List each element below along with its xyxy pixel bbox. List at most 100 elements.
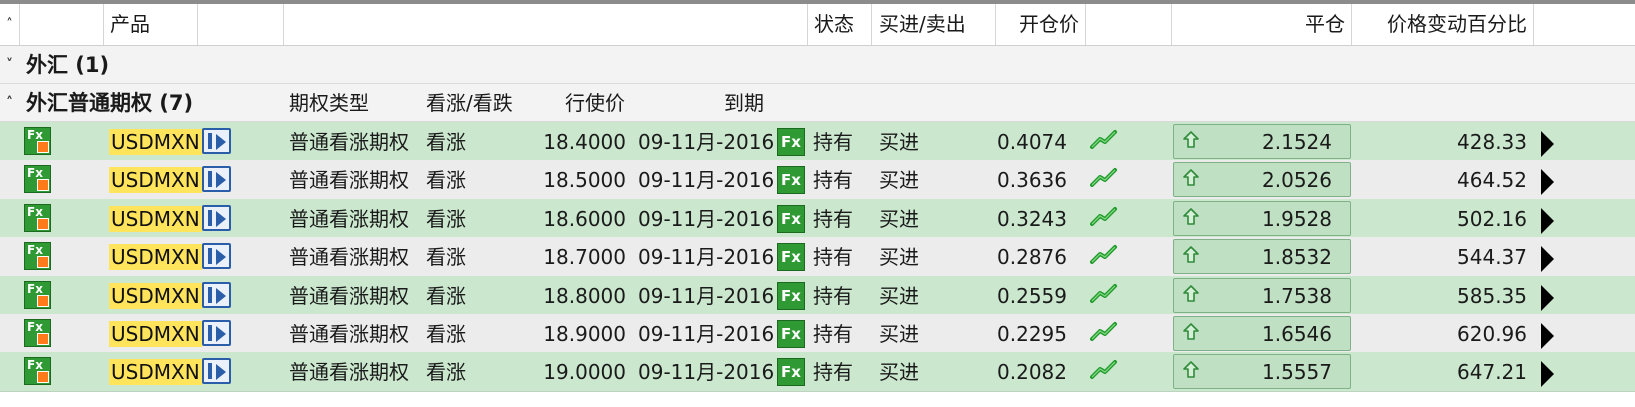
price-change-percent: 620.96 <box>1457 322 1527 346</box>
header-icon-col[interactable] <box>20 4 104 45</box>
close-price-button[interactable]: 1.7538 <box>1173 278 1351 313</box>
close-price-button[interactable]: 1.9528 <box>1173 201 1351 236</box>
table-row[interactable]: Fx USDMXN 普通看涨期权 看涨 18.8000 09-11月-2016 Fx 持有 买进… <box>0 276 1635 316</box>
buy-sell: 买进 <box>879 130 919 154</box>
price-change-percent: 585.35 <box>1457 284 1527 308</box>
status: 持有 <box>813 168 853 192</box>
open-price: 0.4074 <box>997 130 1067 154</box>
fx-option-icon[interactable]: Fx <box>24 357 51 385</box>
expand-triangle-icon[interactable] <box>1541 323 1554 349</box>
header-trend-col[interactable] <box>1086 4 1172 45</box>
subheader-option-type: 期权类型 <box>289 91 369 115</box>
up-arrow-icon <box>1183 285 1199 302</box>
open-price: 0.2559 <box>997 284 1067 308</box>
price-change-percent: 428.33 <box>1457 130 1527 154</box>
symbol-label[interactable]: USDMXN <box>109 206 202 232</box>
info-play-icon[interactable] <box>202 128 231 154</box>
strike-price: 18.9000 <box>543 322 626 346</box>
info-play-icon[interactable] <box>202 166 231 192</box>
chevron-down-icon[interactable]: ˅ <box>6 46 13 84</box>
trend-up-icon <box>1090 360 1117 379</box>
table-row[interactable]: Fx USDMXN 普通看涨期权 看涨 18.9000 09-11月-2016 Fx 持有 买进… <box>0 314 1635 354</box>
info-play-icon[interactable] <box>202 320 231 346</box>
option-type: 普通看涨期权 <box>289 322 409 346</box>
fx-icon[interactable]: Fx <box>777 128 805 156</box>
symbol-label[interactable]: USDMXN <box>109 244 202 270</box>
group-fx-vanilla-options[interactable]: ˄ 外汇普通期权 (7) 期权类型 看涨/看跌 行使价 到期 <box>0 84 1635 122</box>
price-change-percent: 502.16 <box>1457 207 1527 231</box>
call-put: 看涨 <box>426 360 466 384</box>
fx-icon[interactable]: Fx <box>777 320 805 348</box>
open-price: 0.3636 <box>997 168 1067 192</box>
expand-triangle-icon[interactable] <box>1541 131 1554 157</box>
fx-icon[interactable]: Fx <box>777 243 805 271</box>
expiry-date: 09-11月-2016 <box>638 360 775 384</box>
fx-icon[interactable]: Fx <box>777 358 805 386</box>
up-arrow-icon <box>1183 323 1199 340</box>
symbol-label[interactable]: USDMXN <box>109 359 202 385</box>
fx-option-icon[interactable]: Fx <box>24 281 51 309</box>
expand-triangle-icon[interactable] <box>1541 285 1554 311</box>
fx-icon[interactable]: Fx <box>777 205 805 233</box>
table-row[interactable]: Fx USDMXN 普通看涨期权 看涨 18.4000 09-11月-2016 Fx 持有 买进… <box>0 122 1635 162</box>
fx-option-icon[interactable]: Fx <box>24 127 51 155</box>
open-price: 0.3243 <box>997 207 1067 231</box>
strike-price: 18.8000 <box>543 284 626 308</box>
price-change-percent: 544.37 <box>1457 245 1527 269</box>
expand-triangle-icon[interactable] <box>1541 169 1554 195</box>
close-price: 1.8532 <box>1262 245 1332 269</box>
option-type: 普通看涨期权 <box>289 284 409 308</box>
fx-option-icon[interactable]: Fx <box>24 319 51 347</box>
call-put: 看涨 <box>426 207 466 231</box>
header-close[interactable]: 平仓 <box>1172 4 1352 45</box>
price-change-percent: 647.21 <box>1457 360 1527 384</box>
symbol-label[interactable]: USDMXN <box>109 321 202 347</box>
fx-option-icon[interactable]: Fx <box>24 242 51 270</box>
close-price-button[interactable]: 1.8532 <box>1173 239 1351 274</box>
status: 持有 <box>813 322 853 346</box>
table-row[interactable]: Fx USDMXN 普通看涨期权 看涨 19.0000 09-11月-2016 Fx 持有 买进… <box>0 352 1635 392</box>
header-open-price[interactable]: 开仓价 <box>996 4 1086 45</box>
close-price: 1.6546 <box>1262 322 1332 346</box>
header-info-col[interactable] <box>198 4 284 45</box>
info-play-icon[interactable] <box>202 205 231 231</box>
strike-price: 18.6000 <box>543 207 626 231</box>
info-play-icon[interactable] <box>202 358 231 384</box>
close-price-button[interactable]: 2.1524 <box>1173 124 1351 159</box>
buy-sell: 买进 <box>879 207 919 231</box>
close-price-button[interactable]: 2.0526 <box>1173 162 1351 197</box>
symbol-label[interactable]: USDMXN <box>109 167 202 193</box>
subheader-call-put: 看涨/看跌 <box>426 91 513 115</box>
header-status[interactable]: 状态 <box>808 4 872 45</box>
expand-triangle-icon[interactable] <box>1541 208 1554 234</box>
sort-toggle[interactable]: ˄ <box>0 4 20 45</box>
subheader-strike: 行使价 <box>565 91 625 115</box>
strike-price: 18.4000 <box>543 130 626 154</box>
table-row[interactable]: Fx USDMXN 普通看涨期权 看涨 18.5000 09-11月-2016 Fx 持有 买进… <box>0 160 1635 200</box>
info-play-icon[interactable] <box>202 243 231 269</box>
symbol-label[interactable]: USDMXN <box>109 283 202 309</box>
group-fx[interactable]: ˅ 外汇 (1) <box>0 46 1635 84</box>
info-play-icon[interactable] <box>202 282 231 308</box>
close-price: 2.0526 <box>1262 168 1332 192</box>
table-row[interactable]: Fx USDMXN 普通看涨期权 看涨 18.6000 09-11月-2016 Fx 持有 买进… <box>0 199 1635 239</box>
fx-option-icon[interactable]: Fx <box>24 165 51 193</box>
chevron-up-icon[interactable]: ˄ <box>6 84 13 122</box>
symbol-label[interactable]: USDMXN <box>109 129 202 155</box>
table-row[interactable]: Fx USDMXN 普通看涨期权 看涨 18.7000 09-11月-2016 Fx 持有 买进… <box>0 237 1635 277</box>
close-price-button[interactable]: 1.5557 <box>1173 354 1351 389</box>
buy-sell: 买进 <box>879 322 919 346</box>
fx-option-icon[interactable]: Fx <box>24 204 51 232</box>
fx-icon[interactable]: Fx <box>777 166 805 194</box>
header-pct-change[interactable]: 价格变动百分比 <box>1352 4 1534 45</box>
expand-triangle-icon[interactable] <box>1541 246 1554 272</box>
close-price-button[interactable]: 1.6546 <box>1173 316 1351 351</box>
header-details-col[interactable] <box>284 4 808 45</box>
fx-icon[interactable]: Fx <box>777 282 805 310</box>
header-side[interactable]: 买进/卖出 <box>872 4 996 45</box>
header-spacer <box>1534 4 1635 45</box>
expiry-date: 09-11月-2016 <box>638 245 775 269</box>
header-product[interactable]: 产品 <box>104 4 198 45</box>
option-type: 普通看涨期权 <box>289 360 409 384</box>
expand-triangle-icon[interactable] <box>1541 361 1554 387</box>
